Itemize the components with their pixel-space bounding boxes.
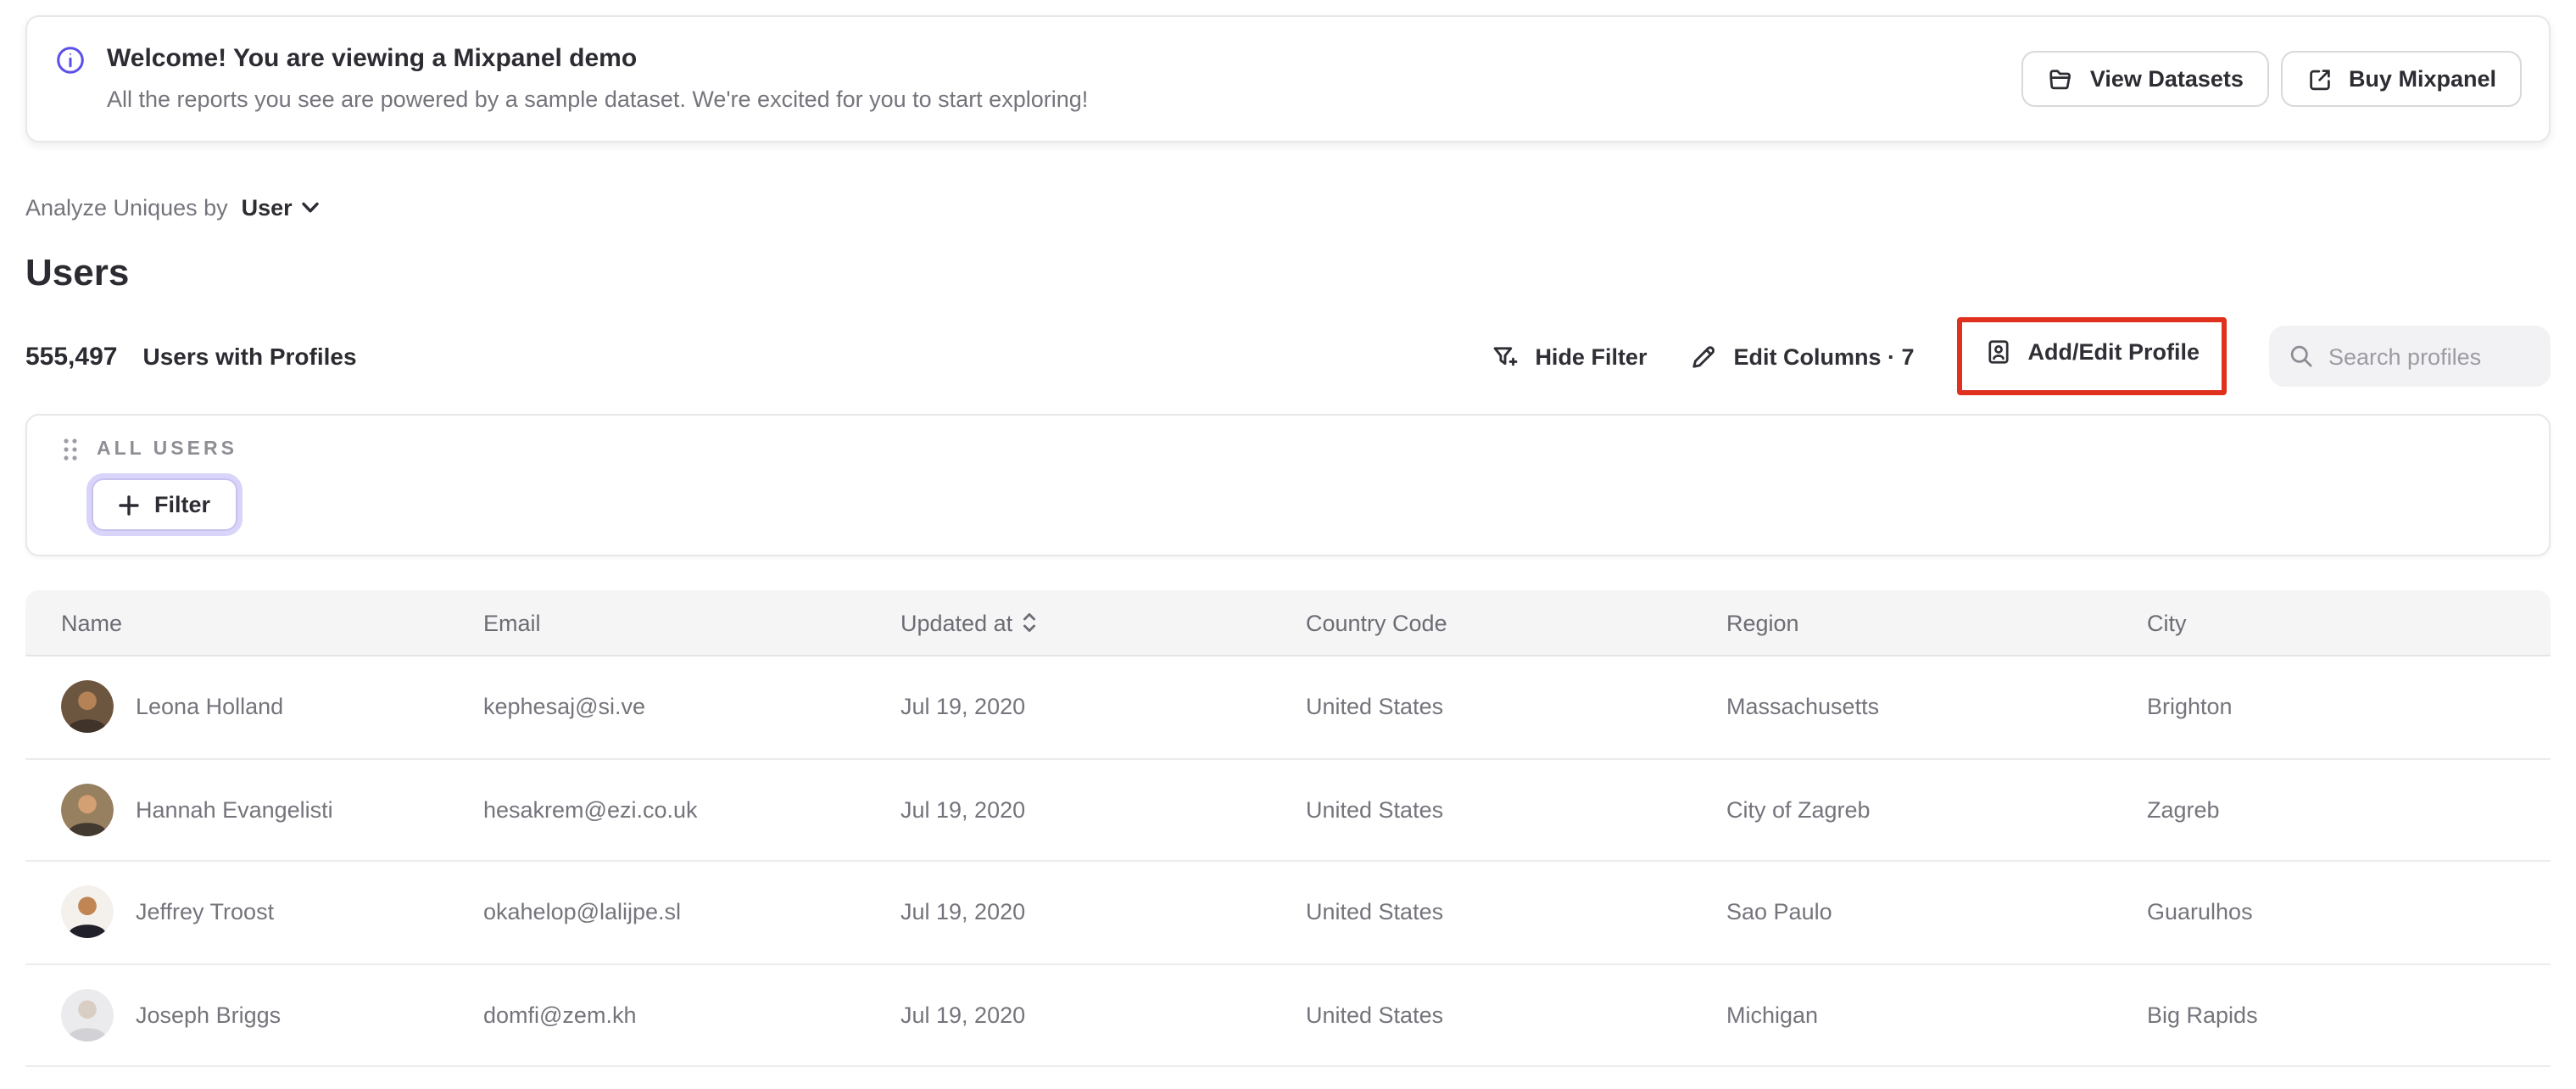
external-link-icon bbox=[2310, 69, 2330, 90]
add-filter-button[interactable]: Filter bbox=[92, 478, 238, 531]
view-datasets-button[interactable]: View Datasets bbox=[2021, 51, 2269, 107]
cell-city: Big Rapids bbox=[2147, 1002, 2258, 1028]
add-filter-label: Filter bbox=[154, 492, 211, 517]
analyze-by-dropdown[interactable]: User bbox=[242, 194, 320, 220]
cell-email: okahelop@lalijpe.sl bbox=[483, 899, 682, 925]
analyze-by-value: User bbox=[241, 194, 293, 220]
cell-city: Guarulhos bbox=[2147, 899, 2253, 925]
cell-name: Jeffrey Troost bbox=[136, 899, 275, 925]
edit-columns-button[interactable]: Edit Columns · 7 bbox=[1689, 342, 1915, 371]
cell-region: Michigan bbox=[1726, 1002, 1819, 1028]
column-header-region[interactable]: Region bbox=[1691, 610, 2111, 635]
cell-updated-at: Jul 19, 2020 bbox=[900, 1002, 1026, 1028]
column-header-city[interactable]: City bbox=[2111, 610, 2551, 635]
cell-updated-at: Jul 19, 2020 bbox=[900, 796, 1026, 823]
cell-updated-at: Jul 19, 2020 bbox=[900, 694, 1026, 720]
cell-country-code: United States bbox=[1306, 899, 1444, 925]
table-row[interactable]: Joseph Briggs domfi@zem.kh Jul 19, 2020 … bbox=[25, 964, 2551, 1067]
filter-group-label: ALL USERS bbox=[97, 439, 237, 460]
cell-region: Massachusetts bbox=[1726, 694, 1880, 720]
hide-filter-label: Hide Filter bbox=[1535, 343, 1648, 369]
pencil-icon bbox=[1692, 345, 1715, 367]
cell-country-code: United States bbox=[1306, 796, 1444, 823]
avatar bbox=[61, 783, 114, 836]
view-datasets-label: View Datasets bbox=[2089, 66, 2244, 92]
cell-region: Sao Paulo bbox=[1726, 899, 1832, 925]
table-row[interactable]: Hannah Evangelisti hesakrem@ezi.co.uk Ju… bbox=[25, 759, 2551, 862]
buy-mixpanel-label: Buy Mixpanel bbox=[2348, 66, 2496, 92]
table-row[interactable]: Jeffrey Troost okahelop@lalijpe.sl Jul 1… bbox=[25, 862, 2551, 964]
cell-country-code: United States bbox=[1306, 694, 1444, 720]
next-row-partial bbox=[25, 1067, 2551, 1074]
search-profiles-input[interactable] bbox=[2328, 343, 2532, 369]
cell-email: kephesaj@si.ve bbox=[483, 694, 646, 720]
cell-name: Hannah Evangelisti bbox=[136, 796, 333, 823]
folder-icon bbox=[2050, 69, 2071, 89]
profiles-table: Name Email Updated at Country Code Regio… bbox=[25, 590, 2551, 1074]
banner-title: Welcome! You are viewing a Mixpanel demo bbox=[107, 44, 638, 73]
avatar bbox=[61, 680, 114, 734]
profile-badge-icon bbox=[1988, 340, 2009, 364]
search-icon bbox=[2290, 345, 2312, 367]
hide-filter-button[interactable]: Hide Filter bbox=[1491, 342, 1647, 371]
filter-button-focus-ring: Filter bbox=[86, 473, 243, 536]
banner-subtitle: All the reports you see are powered by a… bbox=[107, 87, 1089, 112]
buy-mixpanel-button[interactable]: Buy Mixpanel bbox=[2280, 51, 2522, 107]
edit-columns-label: Edit Columns · 7 bbox=[1733, 343, 1915, 369]
profiles-count-label: Users with Profiles bbox=[142, 342, 357, 369]
add-edit-profile-label: Add/Edit Profile bbox=[2027, 339, 2200, 365]
filter-funnel-icon bbox=[1494, 346, 1518, 366]
search-profiles-box bbox=[2269, 326, 2551, 387]
cell-email: domfi@zem.kh bbox=[483, 1002, 637, 1028]
drag-handle-icon[interactable] bbox=[63, 438, 78, 461]
annotation-highlight: Add/Edit Profile bbox=[1956, 317, 2227, 395]
table-header: Name Email Updated at Country Code Regio… bbox=[25, 590, 2551, 656]
page-title: Users bbox=[25, 251, 130, 293]
stats-toolbar-row: 555,497 Users with Profiles Hide Filter … bbox=[25, 316, 2551, 397]
page-root: Welcome! You are viewing a Mixpanel demo… bbox=[0, 15, 2576, 1089]
cell-city: Zagreb bbox=[2147, 796, 2220, 823]
cell-updated-at: Jul 19, 2020 bbox=[900, 899, 1026, 925]
table-row[interactable]: Leona Holland kephesaj@si.ve Jul 19, 202… bbox=[25, 656, 2551, 759]
column-header-country-code[interactable]: Country Code bbox=[1270, 610, 1691, 635]
sort-icon bbox=[1023, 613, 1036, 633]
avatar bbox=[61, 988, 114, 1042]
profiles-count: 555,497 bbox=[25, 342, 118, 371]
analyze-row: Analyze Uniques by User bbox=[25, 192, 2551, 222]
filter-card: ALL USERS Filter bbox=[25, 414, 2551, 556]
cell-country-code: United States bbox=[1306, 1002, 1444, 1028]
analyze-label: Analyze Uniques by bbox=[25, 194, 228, 220]
cell-region: City of Zagreb bbox=[1726, 796, 1871, 823]
demo-banner: Welcome! You are viewing a Mixpanel demo… bbox=[25, 15, 2551, 142]
add-edit-profile-button[interactable]: Add/Edit Profile bbox=[1984, 338, 2200, 366]
chevron-down-icon bbox=[303, 201, 320, 212]
column-header-updated-at[interactable]: Updated at bbox=[865, 610, 1270, 635]
info-icon bbox=[57, 47, 84, 74]
cell-city: Brighton bbox=[2147, 694, 2233, 720]
column-header-name[interactable]: Name bbox=[25, 610, 448, 635]
cell-email: hesakrem@ezi.co.uk bbox=[483, 796, 698, 823]
plus-icon bbox=[119, 494, 139, 515]
avatar bbox=[61, 885, 114, 939]
cell-name: Joseph Briggs bbox=[136, 1002, 282, 1028]
cell-name: Leona Holland bbox=[136, 694, 284, 720]
column-header-email[interactable]: Email bbox=[448, 610, 865, 635]
